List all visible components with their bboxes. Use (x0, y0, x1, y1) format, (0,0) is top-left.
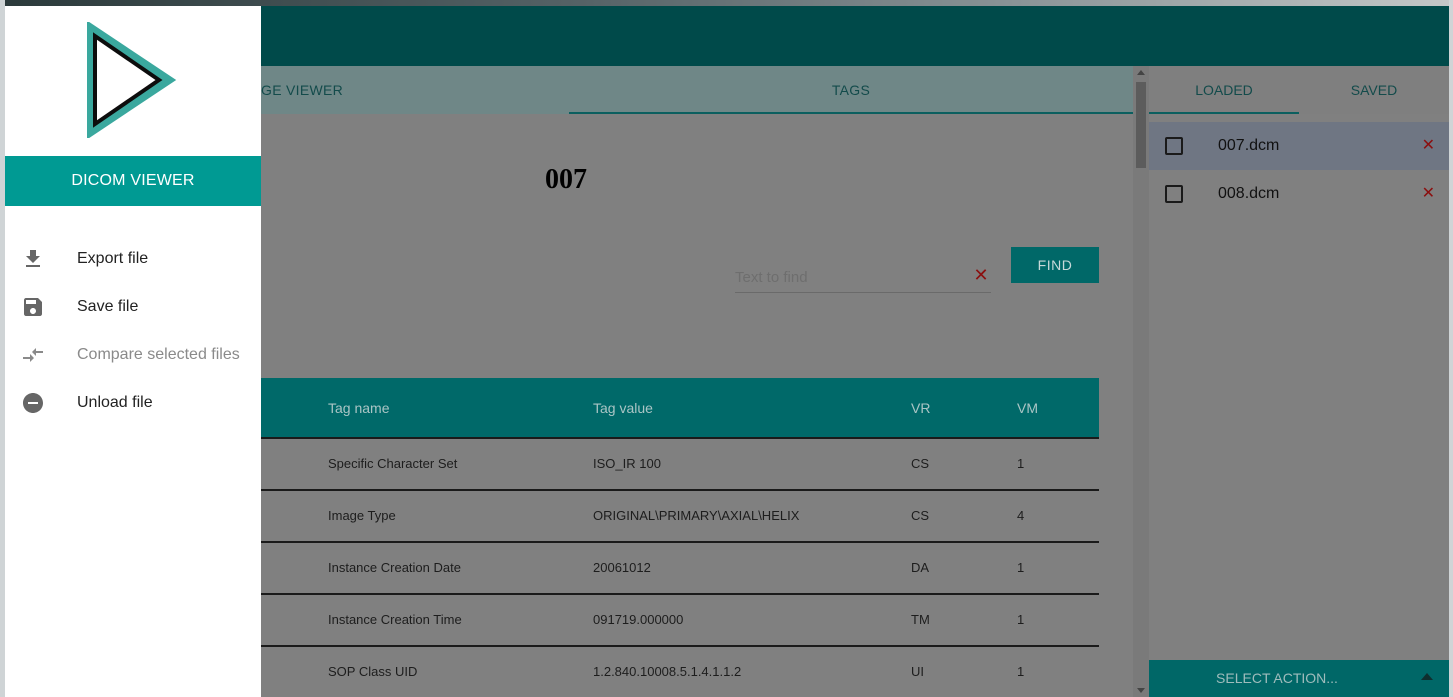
file-name[interactable]: 007.dcm (1218, 122, 1279, 170)
cell-tag-value: 091719.000000 (593, 612, 684, 627)
select-action-label[interactable]: SELECT ACTION... (1149, 660, 1405, 697)
cell-vr: CS (911, 508, 930, 523)
cell-tag-name: SOP Class UID (328, 664, 418, 679)
app-logo-play-icon (87, 22, 177, 138)
main-scrollbar[interactable] (1133, 66, 1149, 697)
tab-loaded[interactable]: LOADED (1149, 66, 1299, 114)
file-checkbox[interactable] (1165, 137, 1183, 155)
cell-tag-value: ORIGINAL\PRIMARY\AXIAL\HELIX (593, 508, 800, 523)
search-field: ✕ (735, 261, 991, 293)
remove-circle-icon (23, 393, 43, 413)
header-vm[interactable]: VM (1017, 378, 1038, 438)
drawer-title: DICOM VIEWER (5, 156, 261, 206)
tab-saved[interactable]: SAVED (1299, 66, 1449, 114)
header-vr[interactable]: VR (911, 378, 930, 438)
file-title: 007 (545, 164, 587, 195)
scroll-down-icon[interactable] (1137, 688, 1145, 693)
cell-tag-value: ISO_IR 100 (593, 456, 661, 471)
cell-tag-value: 20061012 (593, 560, 651, 575)
header-tag-name[interactable]: Tag name (328, 378, 389, 438)
cell-vr: DA (911, 560, 930, 575)
tab-image-viewer[interactable]: GE VIEWER (261, 66, 461, 114)
file-list-item[interactable]: 007.dcm ✕ (1149, 122, 1449, 170)
file-name[interactable]: 008.dcm (1218, 170, 1279, 218)
menu-save-file[interactable]: Save file (5, 283, 261, 331)
save-icon (24, 298, 42, 316)
delete-icon[interactable]: ✕ (1422, 122, 1435, 170)
search-input[interactable] (735, 265, 965, 289)
menu-compare-selected-files[interactable]: Compare selected files (5, 331, 261, 379)
cell-vm: 1 (1017, 664, 1025, 679)
menu-unload-file[interactable]: Unload file (5, 379, 261, 427)
cell-vr: UI (911, 664, 924, 679)
menu-export-file[interactable]: Export file (5, 235, 261, 283)
files-tabs: LOADED SAVED (1149, 66, 1449, 114)
file-checkbox[interactable] (1165, 185, 1183, 203)
compare-arrows-icon (23, 348, 43, 362)
tab-tags[interactable]: TAGS (569, 66, 1133, 114)
cell-tag-name: Instance Creation Time (328, 612, 462, 627)
menu-label: Export file (77, 250, 149, 267)
scroll-up-icon[interactable] (1137, 70, 1145, 75)
find-button[interactable]: FIND (1011, 247, 1099, 283)
cell-vm: 1 (1017, 560, 1025, 575)
cell-vr: CS (911, 456, 930, 471)
files-panel: LOADED SAVED 007.dcm ✕ 008.dcm ✕ SELECT … (1149, 66, 1449, 697)
close-icon[interactable]: ✕ (973, 266, 989, 284)
cell-tag-name: Specific Character Set (328, 456, 458, 471)
menu-label: Compare selected files (77, 346, 240, 363)
header-tag-value[interactable]: Tag value (593, 378, 653, 438)
cell-tag-name: Instance Creation Date (328, 560, 461, 575)
window-right-frame (1449, 0, 1453, 697)
cell-vr: TM (911, 612, 930, 627)
cell-vm: 1 (1017, 612, 1025, 627)
delete-icon[interactable]: ✕ (1422, 170, 1435, 218)
menu-label: Unload file (77, 394, 153, 411)
cell-vm: 4 (1017, 508, 1025, 523)
file-list-item[interactable]: 008.dcm ✕ (1149, 170, 1449, 218)
files-tab-indicator (1149, 112, 1299, 114)
select-action-dropdown[interactable]: SELECT ACTION... (1149, 660, 1449, 697)
side-drawer: DICOM VIEWER Export file Save file Compa… (5, 6, 261, 697)
menu-label: Save file (77, 298, 139, 315)
download-icon (26, 250, 40, 267)
cell-tag-value: 1.2.840.10008.5.1.4.1.1.2 (593, 664, 742, 679)
scrollbar-thumb[interactable] (1136, 82, 1146, 168)
cell-tag-name: Image Type (328, 508, 396, 523)
caret-up-icon[interactable] (1405, 660, 1449, 697)
cell-vm: 1 (1017, 456, 1025, 471)
